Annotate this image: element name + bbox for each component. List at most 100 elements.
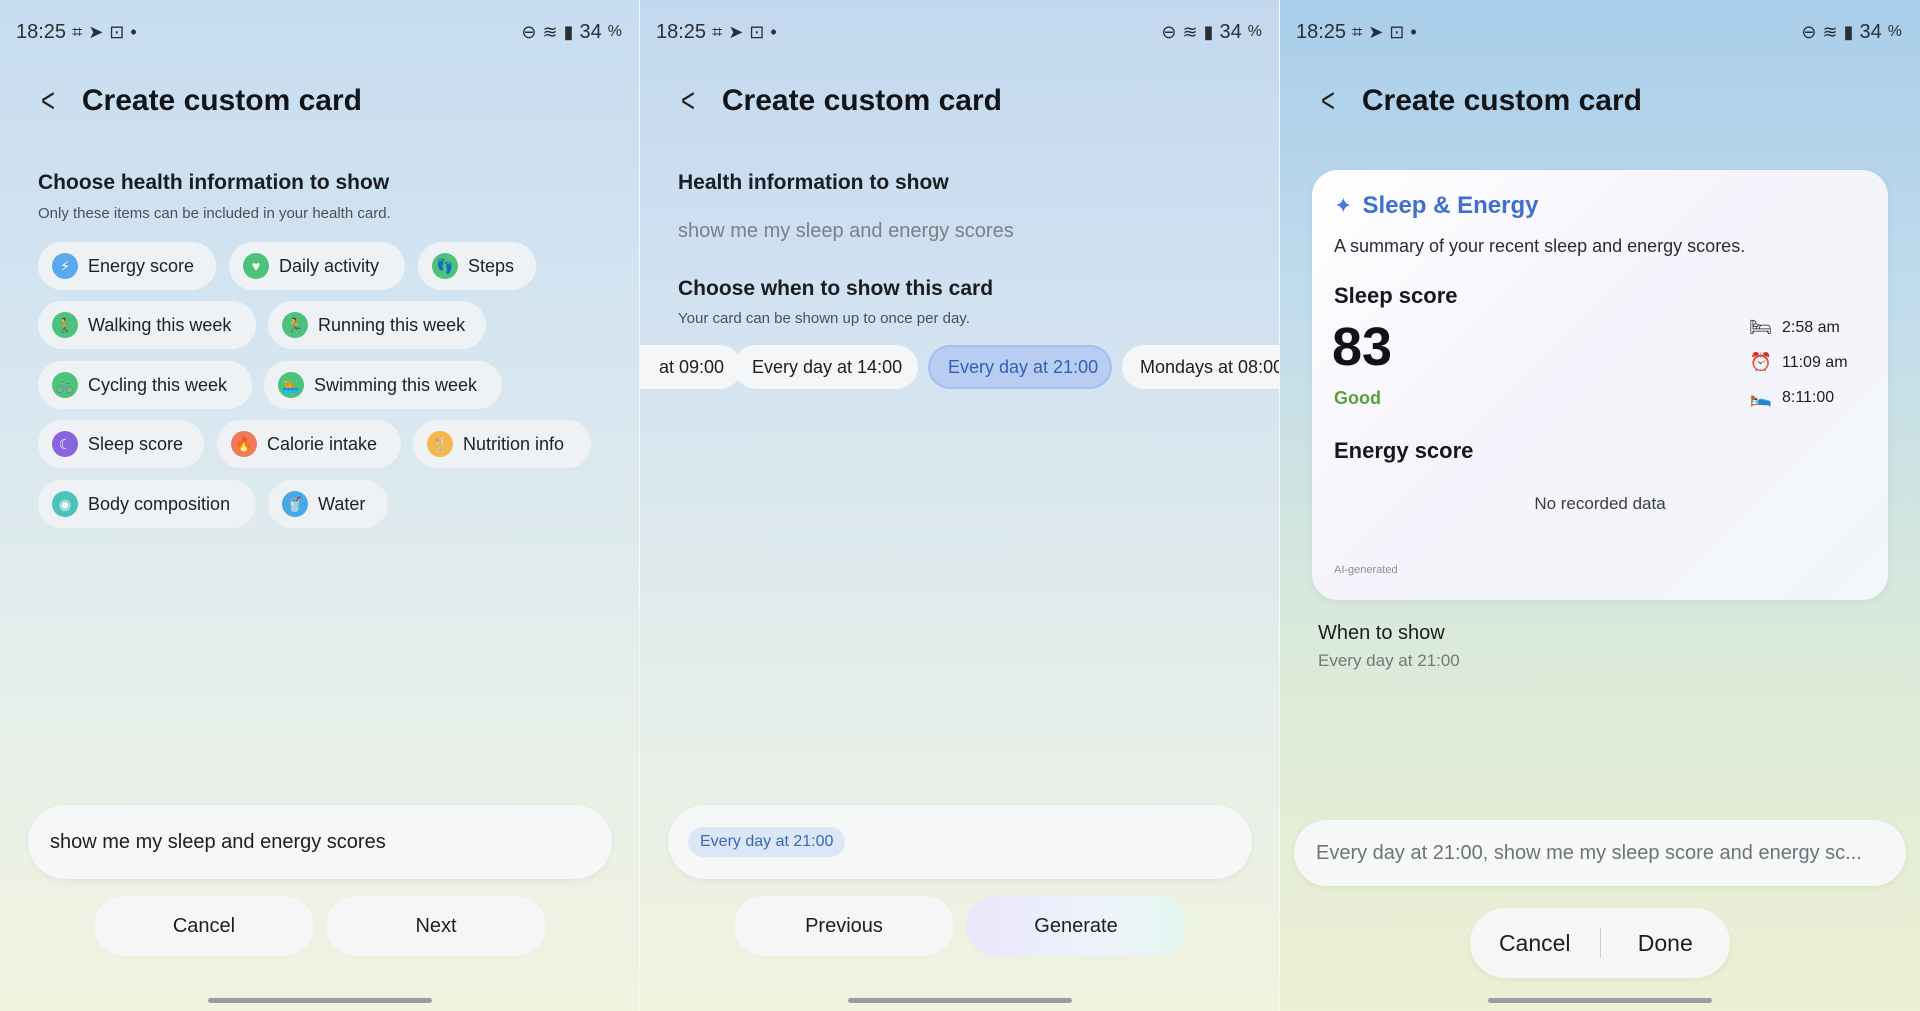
screenshot-icon: ⊡: [749, 22, 765, 42]
swimming-icon: 🏊: [278, 372, 304, 398]
home-indicator[interactable]: [208, 998, 432, 1003]
chip-label: Water: [318, 493, 366, 514]
duration-value: 8:11:00: [1782, 388, 1835, 406]
generate-button[interactable]: Generate: [966, 896, 1186, 956]
battery-unit: %: [1887, 23, 1902, 40]
time-chip-2100[interactable]: Every day at 21:00: [928, 345, 1112, 389]
cycling-icon: 🚲: [52, 372, 78, 398]
chip-cycling[interactable]: 🚲 Cycling this week: [38, 361, 252, 409]
screen-choose-time: 18:25 ⌗ ➤ ⊡ • ⊖ ≋ ▮ 34 % < Create custom…: [640, 0, 1280, 1011]
back-icon[interactable]: <: [41, 84, 55, 118]
no-data-text: No recorded data: [1534, 494, 1666, 513]
sleep-rating: Good: [1334, 388, 1381, 408]
walking-icon: 🚶: [52, 312, 78, 338]
running-icon: 🏃: [282, 312, 308, 338]
when-to-show-value: Every day at 21:00: [1318, 651, 1460, 670]
chip-steps[interactable]: 👣 Steps: [418, 242, 536, 290]
previous-button[interactable]: Previous: [734, 896, 954, 956]
health-info-heading: Health information to show: [678, 171, 949, 194]
dnd-icon: ⊖: [1161, 22, 1177, 42]
chip-label: Cycling this week: [88, 374, 228, 395]
battery-unit: %: [607, 23, 622, 40]
chip-label: Daily activity: [279, 255, 380, 276]
section-subheading: Only these items can be included in your…: [38, 205, 391, 222]
page-title: Create custom card: [81, 84, 362, 117]
chip-label: Walking this week: [88, 314, 232, 335]
selected-time-tag[interactable]: Every day at 21:00: [688, 827, 846, 857]
home-indicator[interactable]: [1488, 998, 1712, 1003]
health-card-preview: ✦ Sleep & Energy A summary of your recen…: [1312, 170, 1888, 600]
chip-body-composition[interactable]: ◉ Body composition: [38, 480, 256, 528]
chip-label: Nutrition info: [463, 433, 565, 454]
page-title: Create custom card: [721, 84, 1002, 117]
chip-nutrition-info[interactable]: 🍴 Nutrition info: [413, 420, 591, 468]
sleep-icon: ☾: [52, 431, 78, 457]
chip-sleep-score[interactable]: ☾ Sleep score: [38, 420, 204, 468]
chip-daily-activity[interactable]: ♥ Daily activity: [229, 242, 405, 290]
cancel-button[interactable]: Cancel: [1470, 930, 1600, 957]
done-button[interactable]: Done: [1601, 930, 1731, 957]
screenshot-icon: ⊡: [109, 22, 125, 42]
activity-icon: ♥: [243, 253, 269, 279]
battery-unit: %: [1247, 23, 1262, 40]
signal-icon: ▮: [563, 22, 574, 42]
chip-water[interactable]: 🥤 Water: [268, 480, 388, 528]
time-chip-1400[interactable]: Every day at 14:00: [734, 345, 918, 389]
section-heading: Choose health information to show: [38, 171, 390, 194]
signal-icon: ▮: [1843, 22, 1854, 42]
chip-walking[interactable]: 🚶 Walking this week: [38, 301, 256, 349]
dot-icon: •: [130, 22, 137, 42]
steps-icon: 👣: [432, 253, 458, 279]
back-icon[interactable]: <: [1321, 84, 1335, 118]
prompt-input[interactable]: Every day at 21:00: [668, 805, 1252, 879]
chip-energy-score[interactable]: ⚡ Energy score: [38, 242, 216, 290]
time-chip-monday-0800[interactable]: Mondays at 08:00: [1122, 345, 1280, 389]
status-time: 18:25: [1296, 20, 1347, 43]
chip-swimming[interactable]: 🏊 Swimming this week: [264, 361, 502, 409]
bedtime-row: 🛏 2:58 am: [1749, 317, 1866, 338]
chip-label: Energy score: [88, 255, 195, 276]
battery-level: 34: [1859, 20, 1882, 43]
card-header: ✦ Sleep & Energy: [1334, 192, 1539, 220]
chip-calorie-intake[interactable]: 🔥 Calorie intake: [217, 420, 401, 468]
telegram-icon: ➤: [1368, 22, 1384, 42]
hash-icon: ⌗: [712, 22, 723, 42]
battery-level: 34: [1219, 20, 1242, 43]
when-subheading: Your card can be shown up to once per da…: [678, 310, 970, 327]
status-time: 18:25: [656, 20, 707, 43]
ai-generated-note: AI-generated: [1334, 564, 1398, 576]
wifi-icon: ≋: [542, 22, 558, 42]
chip-running[interactable]: 🏃 Running this week: [268, 301, 486, 349]
cutlery-icon: 🍴: [427, 431, 453, 457]
chip-label: Body composition: [88, 493, 231, 514]
screen-preview-card: 18:25 ⌗ ➤ ⊡ • ⊖ ≋ ▮ 34 % < Create custom…: [1280, 0, 1920, 1011]
alarm-icon: ⏰: [1749, 352, 1772, 372]
query-text: show me my sleep and energy scores: [678, 220, 1014, 242]
action-pill: Cancel Done: [1470, 908, 1730, 978]
dot-icon: •: [1410, 22, 1417, 42]
sparkle-icon: ✦: [1334, 193, 1353, 218]
hash-icon: ⌗: [72, 22, 83, 42]
bedtime-value: 2:58 am: [1782, 318, 1840, 336]
status-bar: 18:25 ⌗ ➤ ⊡ • ⊖ ≋ ▮ 34 %: [16, 18, 622, 46]
chip-label: Running this week: [318, 314, 466, 335]
dnd-icon: ⊖: [521, 22, 537, 42]
telegram-icon: ➤: [88, 22, 104, 42]
prompt-input[interactable]: Every day at 21:00, show me my sleep sco…: [1294, 820, 1906, 886]
time-chip-0900[interactable]: at 09:00: [640, 345, 742, 389]
prompt-input[interactable]: show me my sleep and energy scores: [28, 805, 612, 879]
when-heading: Choose when to show this card: [678, 277, 994, 300]
sleep-duration-icon: 🛌: [1749, 387, 1772, 407]
next-button[interactable]: Next: [326, 896, 546, 956]
signal-icon: ▮: [1203, 22, 1214, 42]
hash-icon: ⌗: [1352, 22, 1363, 42]
flame-icon: 🔥: [231, 431, 257, 457]
bed-icon: 🛏: [1749, 317, 1772, 337]
card-description: A summary of your recent sleep and energ…: [1334, 236, 1746, 256]
chip-label: Steps: [468, 255, 515, 276]
cancel-button[interactable]: Cancel: [94, 896, 314, 956]
home-indicator[interactable]: [848, 998, 1072, 1003]
dnd-icon: ⊖: [1801, 22, 1817, 42]
duration-row: 🛌 8:11:00: [1750, 387, 1866, 408]
back-icon[interactable]: <: [681, 84, 695, 118]
